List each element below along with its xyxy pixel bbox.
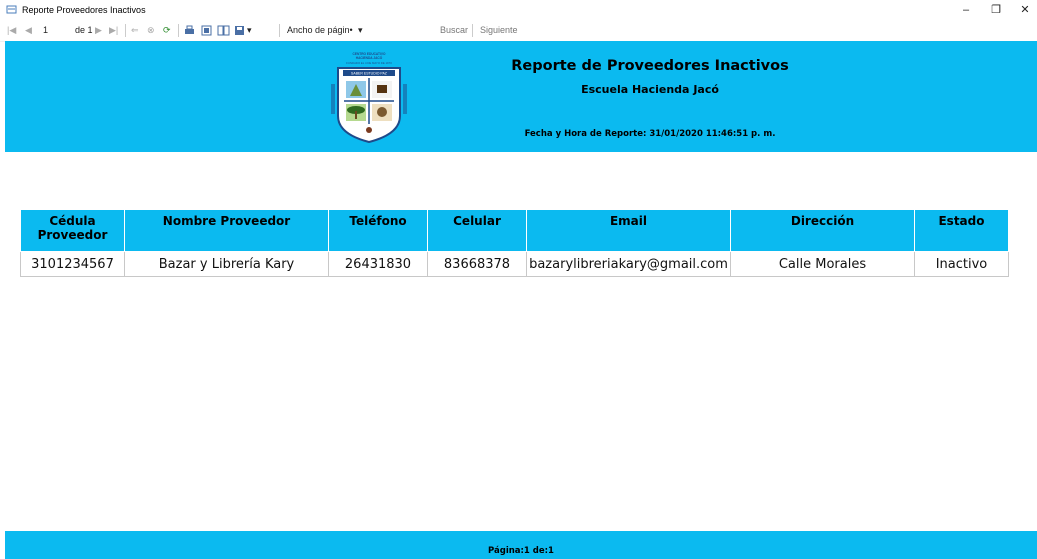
- column-header-estado: Estado: [914, 209, 1009, 252]
- column-header-email: Email: [526, 209, 731, 252]
- page-indicator: Página:1 de:1: [488, 546, 554, 556]
- cell-direccion: Calle Morales: [730, 251, 915, 277]
- table-row: 3101234567 Bazar y Librería Kary 2643183…: [20, 251, 1009, 277]
- close-button[interactable]: ✕: [1015, 2, 1035, 18]
- report-datetime: Fecha y Hora de Reporte: 31/01/2020 11:4…: [524, 129, 776, 139]
- report-subtitle: Escuela Hacienda Jacó: [581, 83, 719, 96]
- cell-celular: 83668378: [427, 251, 527, 277]
- next-page-icon[interactable]: ▶: [95, 24, 102, 37]
- cell-cedula: 3101234567: [20, 251, 125, 277]
- report-footer: Página:1 de:1: [5, 531, 1037, 559]
- suppliers-table: Cédula Proveedor Nombre Proveedor Teléfo…: [20, 209, 1009, 277]
- column-header-celular: Celular: [427, 209, 527, 252]
- column-header-nombre: Nombre Proveedor: [124, 209, 329, 252]
- report-toolbar: |◀ ◀ 1 de 1 ▶ ▶| ⇐ ⊗ ⟳ ▾ Ancho de págin•…: [0, 20, 1037, 42]
- stop-icon[interactable]: ⊗: [147, 24, 155, 37]
- back-icon[interactable]: ⇐: [131, 24, 139, 37]
- cell-estado: Inactivo: [914, 251, 1009, 277]
- print-layout-icon[interactable]: [200, 24, 213, 37]
- report-page: CENTRO EDUCATIVO HACIENDA JACÓ FUNDADO E…: [5, 41, 1037, 559]
- report-header: CENTRO EDUCATIVO HACIENDA JACÓ FUNDADO E…: [5, 41, 1037, 152]
- minimize-button[interactable]: –: [956, 2, 976, 18]
- maximize-button[interactable]: ❐: [986, 2, 1006, 18]
- page-setup-icon[interactable]: [217, 24, 230, 37]
- print-icon[interactable]: [183, 24, 196, 37]
- first-page-icon[interactable]: |◀: [7, 24, 16, 37]
- export-icon[interactable]: [233, 24, 246, 37]
- window-titlebar: Reporte Proveedores Inactivos – ❐ ✕: [0, 0, 1037, 20]
- page-count: de 1: [75, 25, 93, 35]
- page-number-input[interactable]: 1: [43, 24, 48, 37]
- refresh-icon[interactable]: ⟳: [163, 24, 171, 37]
- zoom-dropdown-icon[interactable]: ▾: [358, 24, 363, 37]
- cell-email: bazarylibreriakary@gmail.com: [526, 251, 731, 277]
- find-next-button[interactable]: Siguiente: [480, 24, 518, 37]
- table-header-row: Cédula Proveedor Nombre Proveedor Teléfo…: [20, 209, 1009, 252]
- last-page-icon[interactable]: ▶|: [109, 24, 118, 37]
- cell-telefono: 26431830: [328, 251, 428, 277]
- column-header-direccion: Dirección: [730, 209, 915, 252]
- column-header-cedula: Cédula Proveedor: [20, 209, 125, 252]
- report-app-icon: [6, 5, 17, 14]
- column-header-telefono: Teléfono: [328, 209, 428, 252]
- find-button[interactable]: Buscar: [440, 24, 468, 37]
- window-title: Reporte Proveedores Inactivos: [22, 5, 146, 15]
- prev-page-icon[interactable]: ◀: [25, 24, 32, 37]
- export-dropdown-icon[interactable]: ▾: [247, 24, 252, 37]
- cell-nombre: Bazar y Librería Kary: [124, 251, 329, 277]
- report-title: Reporte de Proveedores Inactivos: [511, 58, 789, 74]
- zoom-select[interactable]: Ancho de págin•: [287, 24, 353, 37]
